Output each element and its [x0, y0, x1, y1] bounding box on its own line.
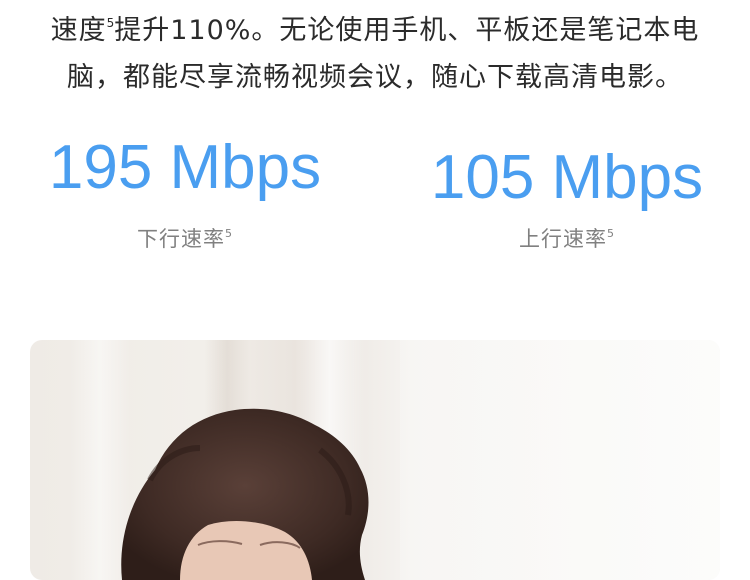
- downlink-value: 195 Mbps: [48, 133, 322, 202]
- downlink-stat: 195 Mbps 下行速率5: [5, 132, 365, 253]
- intro-line-1-end: 提升110%。无论使用手机、平板还是笔记本电: [114, 15, 700, 46]
- person-figure: [121, 408, 369, 580]
- downlink-footnote: 5: [225, 227, 233, 240]
- intro-line-1-start: 速度: [50, 15, 107, 46]
- uplink-label-text: 上行速率: [519, 227, 607, 251]
- intro-text: 速度5提升110%。无论使用手机、平板还是笔记本电 脑，都能尽享流畅视频会议，随…: [0, 0, 750, 101]
- downlink-label: 下行速率5: [5, 223, 365, 253]
- uplink-label: 上行速率5: [387, 223, 747, 253]
- intro-line-2: 脑，都能尽享流畅视频会议，随心下载高清电影。: [67, 62, 683, 93]
- uplink-value: 105 Mbps: [430, 143, 704, 212]
- uplink-footnote: 5: [607, 227, 615, 240]
- downlink-label-text: 下行速率: [137, 227, 225, 251]
- intro-line-1: 速度5提升110%。无论使用手机、平板还是笔记本电: [0, 0, 750, 54]
- lifestyle-photo: [30, 340, 720, 580]
- uplink-stat: 105 Mbps 上行速率5: [387, 142, 747, 253]
